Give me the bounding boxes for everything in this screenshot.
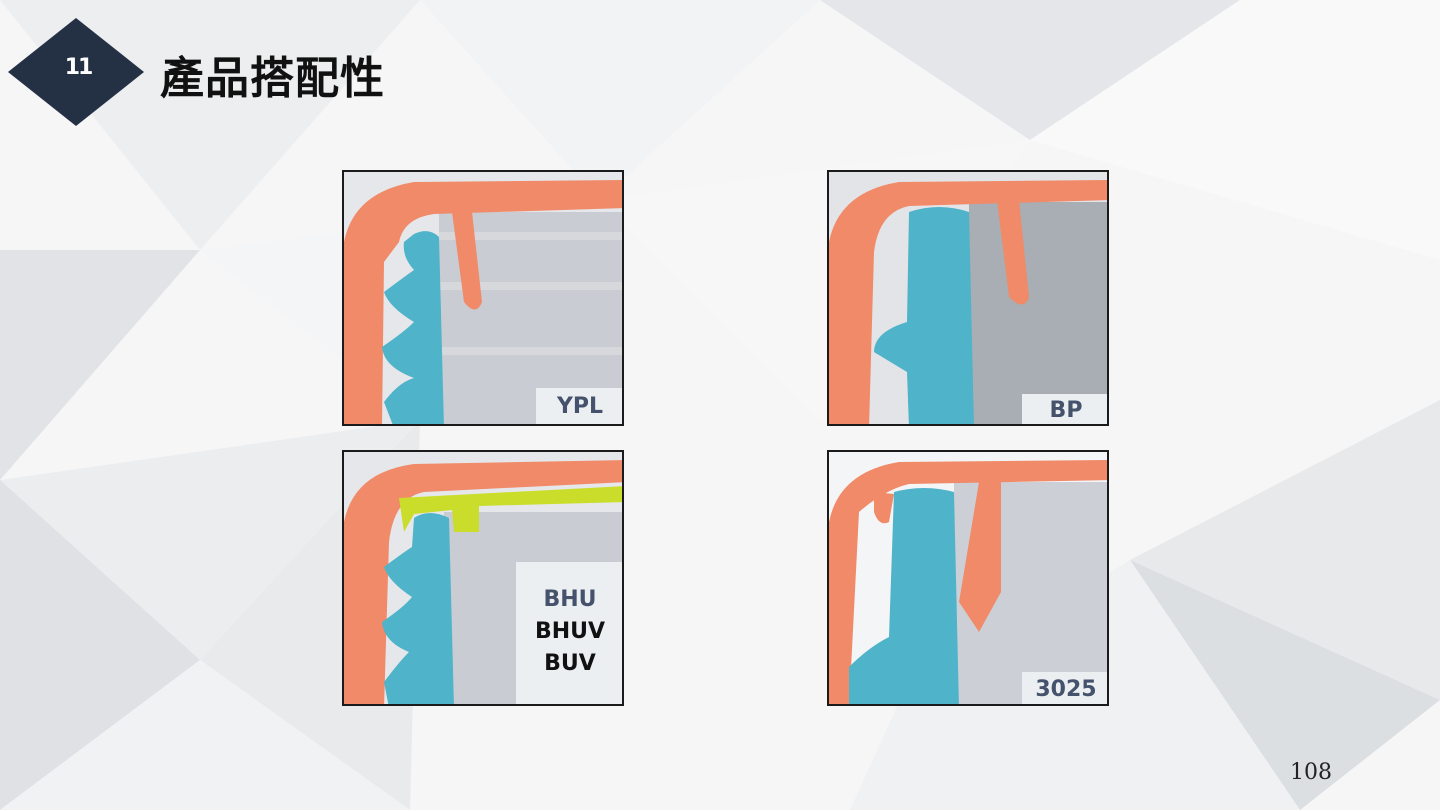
product-label-bhu-group: BHU BHUV BUV <box>516 562 622 704</box>
product-panel-bhu: BHU BHUV BUV <box>342 450 624 706</box>
bp-cross-section-illustration <box>829 172 1107 424</box>
product-label-bhuv: BHUV <box>534 619 606 644</box>
product-panel-3025: 3025 <box>827 450 1109 706</box>
background-pattern <box>0 0 1440 810</box>
product-label-3025: 3025 <box>1022 672 1107 704</box>
product-label-ypl: YPL <box>536 388 622 424</box>
section-number: 11 <box>64 55 94 80</box>
product-panel-ypl: YPL <box>342 170 624 426</box>
product-panel-bp: BP <box>827 170 1109 426</box>
page-number: 108 <box>1290 760 1332 785</box>
product-label-bhu: BHU <box>543 587 597 612</box>
p3025-cross-section-illustration <box>829 452 1107 704</box>
product-label-bp: BP <box>1022 394 1107 424</box>
page-title: 產品搭配性 <box>160 53 385 104</box>
product-label-buv: BUV <box>544 651 596 676</box>
